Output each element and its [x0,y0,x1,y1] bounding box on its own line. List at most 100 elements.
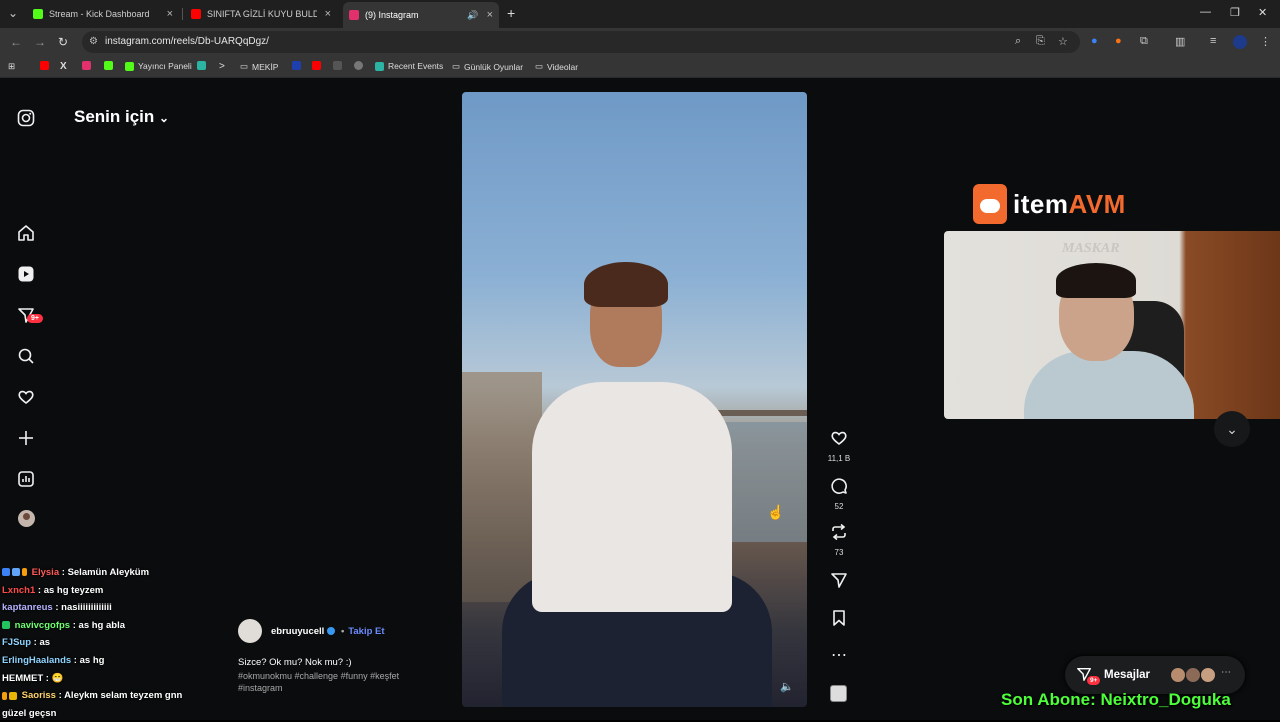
tab-youtube-video[interactable]: SINIFTA GİZLİ KUYU BULDUK! 🧗 × [185,3,337,25]
back-icon[interactable]: ← [10,35,22,49]
bookmark-x[interactable]: X [60,61,67,72]
comment-button[interactable]: 52 [826,477,852,511]
bookmark-yayinci-paneli[interactable]: Yayıncı Paneli [125,61,192,71]
zoom-icon[interactable]: ⌕ [1015,35,1021,48]
restore-icon[interactable]: ❐ [1230,6,1240,19]
volume-icon[interactable]: 🔈 [780,680,794,693]
extensions-puzzle-icon[interactable]: ⧉ [1140,35,1148,48]
mouse-cursor-icon: ☝ [767,504,785,520]
url-text[interactable]: instagram.com/reels/Db-UARQqDgz/ [105,36,269,47]
bookmark-folder-videolar[interactable]: ▭ Videolar [535,61,578,72]
address-bar[interactable]: ⚙ instagram.com/reels/Db-UARQqDgz/ [82,31,1080,53]
like-count: 11,1 B [827,454,851,463]
extension-icon[interactable]: ● [1091,35,1098,47]
bookmark-kick[interactable] [104,61,113,70]
repost-button[interactable]: 73 [826,523,852,557]
itemavm-logo: itemAVM [973,182,1148,228]
webcam-person-hair [1056,263,1136,298]
author-avatar[interactable] [238,619,262,643]
site-info-icon[interactable]: ⚙ [89,36,98,47]
menu-icon[interactable]: ⋮ [1260,35,1271,48]
logo-suffix: AVM [1068,189,1126,219]
x-icon: X [60,61,67,72]
next-reel-chevron-icon[interactable]: ⌄ [1214,411,1250,447]
badge-icon [2,691,7,700]
speaker-icon[interactable]: 🔊 [467,10,478,21]
bookmark-app[interactable] [333,61,342,70]
reels-icon[interactable] [17,265,35,283]
profile-avatar[interactable] [18,510,35,527]
bookmark-youtube[interactable] [40,61,49,70]
contact-avatar [1185,667,1201,683]
bookmark-app[interactable]: > [219,61,225,72]
create-plus-icon[interactable] [17,429,35,447]
more-options-button[interactable]: ⋯ [826,647,852,665]
kick-icon [104,61,113,70]
chevron-down-icon: ⌄ [159,111,170,125]
sidebar-icon[interactable]: ▥ [1175,35,1185,48]
heart-icon[interactable] [17,388,35,406]
chat-message: HEMMET : 😁 [2,672,64,684]
bookmark-recent-events[interactable]: Recent Events [375,61,443,71]
close-tab-icon[interactable]: × [325,8,331,20]
reel-video[interactable]: 🔈 [462,92,807,707]
bookmark-folder-mekip[interactable]: ▭ MEKİP [240,61,278,72]
chat-username: Elysia [31,567,60,578]
badge-icon [2,621,10,630]
more-dots-icon: ⋯ [831,647,847,664]
tab-search-icon[interactable]: ⌄ [8,6,18,20]
browser-toolbar: ← → ↻ ⚙ instagram.com/reels/Db-UARQqDgz/… [0,28,1280,56]
reload-icon[interactable]: ↻ [58,35,68,49]
new-tab-icon[interactable]: + [507,5,515,21]
bookmark-app[interactable] [197,61,206,70]
close-window-icon[interactable]: ✕ [1258,6,1267,19]
chat-text: Selamün Aleyküm [67,567,150,578]
author-username[interactable]: ebruuyucell [271,626,324,637]
caption-hashtags[interactable]: #okmunokmu #challenge #funny #keşfet #in… [238,670,438,694]
bookmark-app[interactable] [292,61,301,70]
follow-button[interactable]: Takip Et [348,626,384,637]
install-app-icon[interactable]: ⎘ [1036,35,1045,48]
video-pier [712,410,807,416]
profile-avatar[interactable] [1233,35,1247,49]
app-icon [292,61,301,70]
search-icon[interactable] [17,347,35,365]
bookmark-youtube[interactable] [312,61,321,70]
chat-text: 😁 [51,672,64,684]
close-tab-icon[interactable]: × [487,9,493,21]
chat-username: kaptanreus [2,602,53,614]
shopping-bag-icon [973,184,1007,224]
audio-thumbnail[interactable] [830,685,847,702]
extension-icon[interactable]: ● [1115,35,1122,47]
media-control-icon[interactable]: ≡ [1210,35,1216,47]
dashboard-chart-icon[interactable] [17,470,35,488]
bookmark-instagram[interactable] [82,61,91,70]
feed-selector[interactable]: Senin için ⌄ [74,107,169,127]
minimize-icon[interactable]: — [1200,6,1211,18]
chat-username: navivcgofps [14,619,71,631]
repost-icon [826,523,852,546]
bookmark-folder-gunluk-oyunlar[interactable]: ▭ Günlük Oyunlar [452,61,523,72]
instagram-logo-icon[interactable] [17,109,35,127]
like-button[interactable]: 11,1 B [826,429,852,463]
tab-instagram[interactable]: (9) Instagram 🔊 × [343,2,499,28]
instagram-favicon-icon [349,10,359,20]
app-icon [354,61,363,70]
chat-username: Saoriss [21,690,56,702]
save-button[interactable] [826,609,852,632]
webcam-overlay: MASKAR [944,231,1280,419]
apps-grid-icon[interactable]: ⊞ [8,61,15,72]
chat-username: Lxnch1 [2,584,36,596]
youtube-favicon-icon [191,9,201,19]
share-button[interactable] [826,571,852,594]
heart-icon [826,429,852,452]
bookmark-icon [826,609,852,632]
forward-icon[interactable]: → [34,35,46,49]
bookmark-star-icon[interactable]: ☆ [1058,35,1068,48]
messages-bar[interactable]: 9+ Mesajlar ⋯ [1065,656,1245,694]
tab-kick-dashboard[interactable]: Stream - Kick Dashboard × [27,3,179,25]
close-tab-icon[interactable]: × [167,8,173,20]
tab-title: Stream - Kick Dashboard [49,9,150,19]
home-icon[interactable] [17,224,35,242]
bookmark-app[interactable] [354,61,363,70]
